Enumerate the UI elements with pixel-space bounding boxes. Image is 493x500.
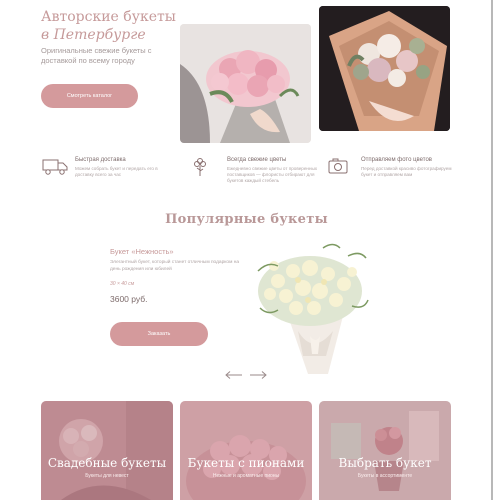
product-image-bouquet [248, 236, 378, 374]
category-title: Букеты с пионами [187, 456, 305, 470]
hero-title: Авторские букеты в Петербурге [41, 8, 181, 44]
photo-icon [328, 158, 348, 174]
product-price: 3600 руб. [110, 294, 148, 304]
category-image [180, 401, 312, 500]
feature-photo: Отправляем фото цветов Перед доставкой к… [327, 156, 457, 192]
hero-title-line2: в Петербурге [41, 27, 146, 43]
category-image [41, 401, 173, 500]
feature-desc: Ежедневно свежие цветы от проверенных по… [227, 166, 318, 183]
category-card-choose[interactable]: Выбрать букет Букеты в ассортименте [319, 401, 451, 500]
product-name: Букет «Нежность» [110, 247, 174, 256]
carousel-next-arrow[interactable] [248, 370, 268, 380]
category-card-wedding[interactable]: Свадебные букеты Букеты для невест [41, 401, 173, 500]
truck-icon [42, 159, 68, 175]
hero-title-line1: Авторские букеты [41, 9, 176, 25]
category-card-peonies[interactable]: Букеты с пионами Нежные и ароматные пион… [180, 401, 312, 500]
feature-desc: Можем собрать букет и передать его в дос… [75, 166, 158, 177]
product-description: Элегантный букет, который станет отличны… [110, 260, 240, 272]
product-size: 30 × 40 см [110, 281, 135, 287]
category-subtitle: Букеты для невест [85, 473, 129, 479]
flower-icon [194, 158, 206, 176]
catalog-button[interactable]: Смотреть каталог [41, 84, 138, 108]
hero-image-cream-roses [319, 6, 450, 131]
order-button[interactable]: Заказать [110, 322, 208, 346]
feature-desc: Перед доставкой красиво фотографируем бу… [361, 166, 452, 177]
hero-image-pink-tulips [180, 24, 311, 143]
feature-fast-delivery: Быстрая доставка Можем собрать букет и п… [41, 156, 171, 192]
carousel-prev-arrow[interactable] [224, 370, 244, 380]
category-subtitle: Нежные и ароматные пионы [212, 473, 280, 479]
category-image [319, 401, 451, 500]
page: Авторские букеты в Петербурге Оригинальн… [0, 0, 493, 500]
feature-title: Быстрая доставка [75, 157, 126, 163]
category-title: Выбрать букет [338, 456, 432, 470]
hero-subtitle: Оригинальные свежие букеты с доставкой п… [41, 46, 152, 65]
feature-title: Всегда свежие цветы [227, 157, 287, 163]
category-subtitle: Букеты в ассортименте [357, 473, 413, 479]
feature-fresh-flowers: Всегда свежие цветы Ежедневно свежие цве… [193, 156, 323, 192]
category-title: Свадебные букеты [47, 456, 167, 470]
feature-title: Отправляем фото цветов [361, 157, 432, 163]
popular-title: Популярные букеты [165, 212, 328, 227]
